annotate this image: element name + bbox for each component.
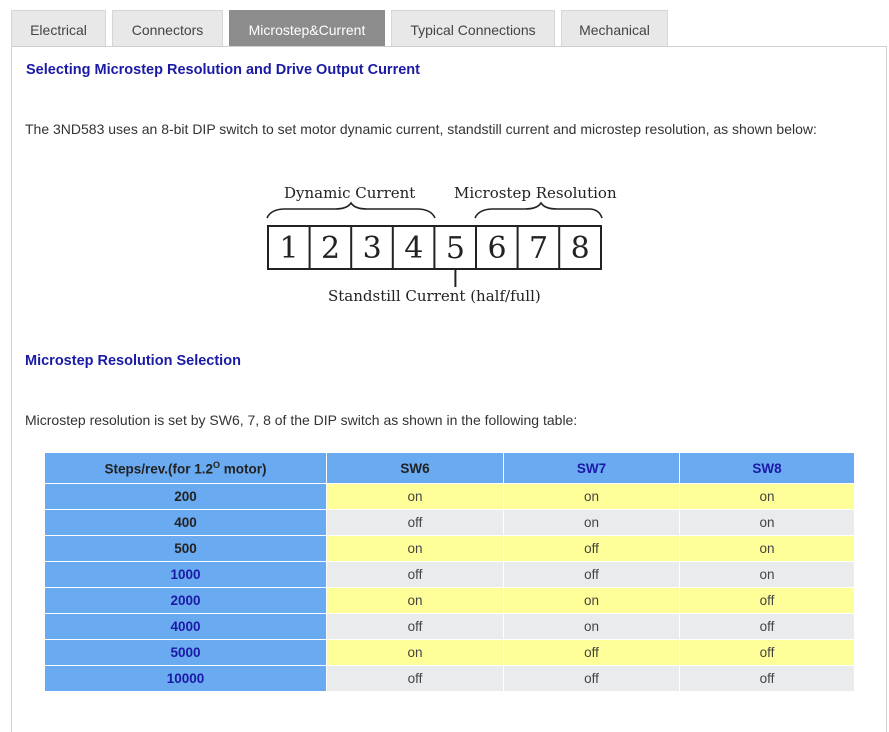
sw7-cell: off <box>503 561 680 588</box>
sw7-cell: off <box>503 639 680 666</box>
header-sw6: SW6 <box>326 452 504 484</box>
microstep-resolution-bracket <box>474 201 603 219</box>
section-heading-microstep-selection: Microstep Resolution Selection <box>25 353 241 369</box>
table-row: 500 on off on <box>44 535 855 562</box>
sw7-cell: on <box>503 587 680 614</box>
microstep-paragraph: Microstep resolution is set by SW6, 7, 8… <box>25 412 578 428</box>
dip-switch-3: 3 <box>363 231 382 266</box>
sw8-cell: on <box>679 483 855 510</box>
sw8-cell: on <box>679 509 855 536</box>
steps-cell: 5000 <box>44 639 327 666</box>
tab-electrical[interactable]: Electrical <box>11 10 106 47</box>
table-row: 2000 on on off <box>44 587 855 614</box>
table-row: 10000 off off off <box>44 665 855 692</box>
sw7-cell: off <box>503 535 680 562</box>
sw6-cell: on <box>326 535 504 562</box>
header-sw7: SW7 <box>503 452 680 484</box>
dip-switch-2: 2 <box>321 231 340 266</box>
dip-switch-7: 7 <box>529 231 548 266</box>
steps-cell: 200 <box>44 483 327 510</box>
section-heading-microstep-current: Selecting Microstep Resolution and Drive… <box>26 62 420 78</box>
steps-cell: 500 <box>44 535 327 562</box>
dip-switch-1: 1 <box>279 231 298 266</box>
steps-cell: 2000 <box>44 587 327 614</box>
sw8-cell: off <box>679 665 855 692</box>
sw8-cell: on <box>679 561 855 588</box>
sw6-cell: on <box>326 639 504 666</box>
sw8-cell: on <box>679 535 855 562</box>
dip-switch-6: 6 <box>487 231 506 266</box>
microstep-resolution-label: Microstep Resolution <box>454 184 617 202</box>
table-row: 1000 off off on <box>44 561 855 588</box>
sw7-cell: on <box>503 509 680 536</box>
dynamic-current-bracket <box>266 201 436 219</box>
header-sw8: SW8 <box>679 452 855 484</box>
sw8-cell: off <box>679 587 855 614</box>
table-row: 4000 off on off <box>44 613 855 640</box>
sw6-cell: off <box>326 509 504 536</box>
table-header-row: Steps/rev.(for 1.2O motor) SW6 SW7 SW8 <box>44 452 855 484</box>
tab-typical-connections[interactable]: Typical Connections <box>391 10 555 47</box>
steps-cell: 400 <box>44 509 327 536</box>
table-row: 200 on on on <box>44 483 855 510</box>
microstep-table: Steps/rev.(for 1.2O motor) SW6 SW7 SW8 2… <box>44 452 855 692</box>
standstill-current-label: Standstill Current (half/full) <box>328 287 541 305</box>
steps-cell: 1000 <box>44 561 327 588</box>
steps-cell: 4000 <box>44 613 327 640</box>
dip-switch-5: 5 <box>446 231 465 266</box>
sw7-cell: on <box>503 613 680 640</box>
sw8-cell: off <box>679 639 855 666</box>
header-steps: Steps/rev.(for 1.2O motor) <box>44 452 327 484</box>
sw6-cell: off <box>326 665 504 692</box>
intro-paragraph: The 3ND583 uses an 8-bit DIP switch to s… <box>25 121 817 137</box>
sw8-cell: off <box>679 613 855 640</box>
sw6-cell: on <box>326 587 504 614</box>
table-row: 5000 on off off <box>44 639 855 666</box>
tab-microstep-current[interactable]: Microstep&Current <box>229 10 385 47</box>
dip-switch-diagram: Dynamic Current Microstep Resolution 1 2… <box>255 178 645 313</box>
tab-mechanical[interactable]: Mechanical <box>561 10 668 47</box>
sw7-cell: on <box>503 483 680 510</box>
sw6-cell: off <box>326 561 504 588</box>
dip-switch-8: 8 <box>571 231 590 266</box>
sw6-cell: on <box>326 483 504 510</box>
tab-connectors[interactable]: Connectors <box>112 10 223 47</box>
dip-switch-4: 4 <box>404 231 423 266</box>
table-row: 400 off on on <box>44 509 855 536</box>
sw6-cell: off <box>326 613 504 640</box>
steps-cell: 10000 <box>44 665 327 692</box>
sw7-cell: off <box>503 665 680 692</box>
dynamic-current-label: Dynamic Current <box>284 184 415 202</box>
